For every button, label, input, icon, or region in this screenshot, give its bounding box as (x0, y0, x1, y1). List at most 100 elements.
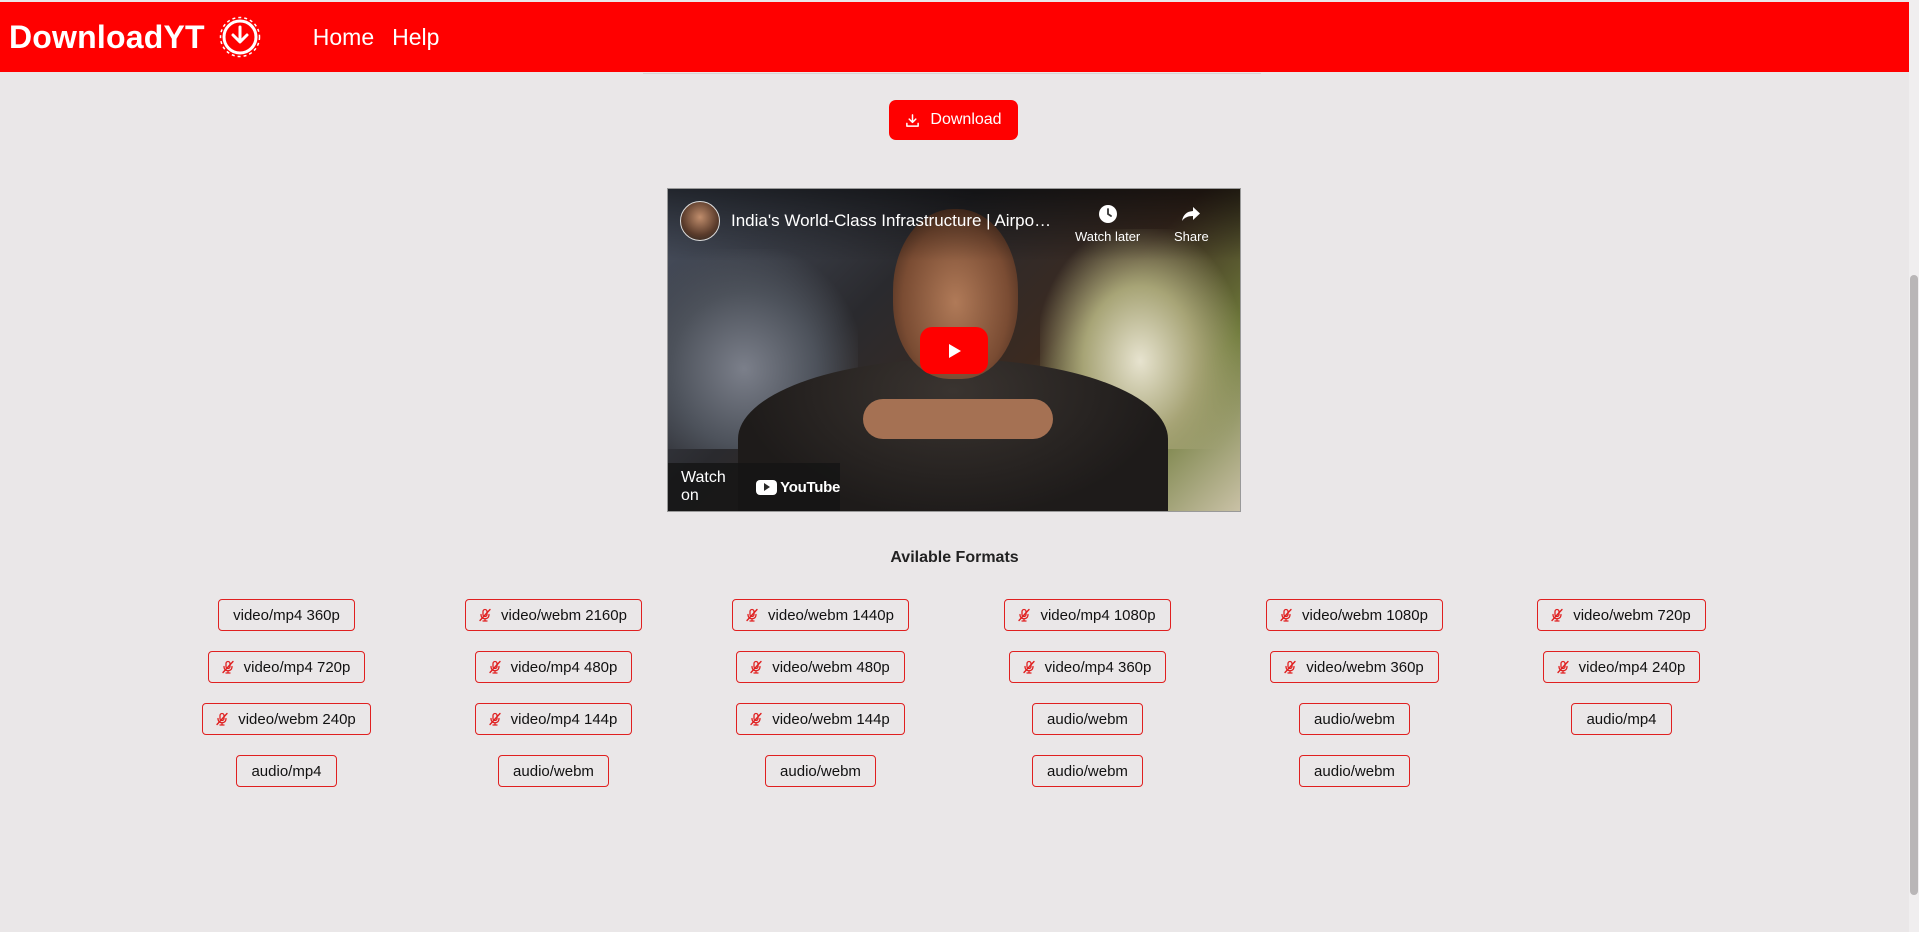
format-label: audio/webm (1047, 762, 1128, 780)
format-button[interactable]: video/mp4 480p (474, 651, 633, 683)
format-cell: video/mp4 480p (420, 651, 687, 683)
format-button[interactable]: audio/webm (1032, 703, 1143, 735)
format-cell: video/webm 240p (153, 703, 420, 735)
format-button[interactable]: video/webm 360p (1270, 651, 1439, 683)
format-button[interactable]: video/mp4 720p (207, 651, 366, 683)
format-cell: video/webm 1440p (687, 599, 954, 631)
format-label: video/webm 1440p (768, 606, 894, 624)
format-cell: video/mp4 240p (1488, 651, 1755, 683)
format-label: video/webm 240p (238, 710, 356, 728)
format-label: video/webm 144p (772, 710, 890, 728)
format-cell: audio/webm (687, 755, 954, 787)
format-button[interactable]: video/mp4 360p (1008, 651, 1167, 683)
nav-links: Home Help (313, 24, 440, 51)
format-label: video/webm 360p (1306, 658, 1424, 676)
youtube-play-icon (756, 479, 778, 495)
format-label: video/mp4 240p (1578, 658, 1686, 676)
format-label: video/webm 480p (772, 658, 890, 676)
format-cell: video/webm 720p (1488, 599, 1755, 631)
format-button[interactable]: video/mp4 360p (218, 599, 355, 631)
format-label: audio/mp4 (1586, 710, 1657, 728)
format-button[interactable]: video/webm 1440p (732, 599, 909, 631)
mic-off-icon (221, 660, 234, 674)
format-cell: video/mp4 1080p (954, 599, 1221, 631)
format-cell: video/mp4 360p (954, 651, 1221, 683)
mic-off-icon (750, 712, 762, 726)
format-cell: audio/webm (1221, 755, 1488, 787)
play-icon (949, 343, 961, 358)
share-label: Share (1174, 229, 1209, 244)
download-circle-icon (219, 16, 261, 58)
mic-off-icon (746, 608, 758, 622)
mic-off-icon (1556, 660, 1569, 674)
mic-off-icon (1284, 660, 1296, 674)
format-button[interactable]: video/mp4 1080p (1004, 599, 1171, 631)
download-tray-icon (906, 113, 920, 127)
format-cell: audio/webm (1221, 703, 1488, 735)
format-label: video/mp4 480p (510, 658, 618, 676)
format-button[interactable]: audio/webm (765, 755, 876, 787)
top-navbar: DownloadYT Home Help (0, 2, 1909, 72)
format-button[interactable]: video/webm 480p (736, 651, 905, 683)
format-button[interactable]: video/webm 720p (1537, 599, 1706, 631)
format-cell: video/webm 480p (687, 651, 954, 683)
format-button[interactable]: audio/webm (1299, 703, 1410, 735)
format-label: video/mp4 144p (510, 710, 618, 728)
format-cell: audio/mp4 (153, 755, 420, 787)
format-label: video/webm 720p (1573, 606, 1691, 624)
format-label: video/mp4 360p (233, 606, 340, 624)
format-cell: audio/webm (954, 755, 1221, 787)
format-cell: video/webm 1080p (1221, 599, 1488, 631)
thumbnail-hands (863, 399, 1053, 439)
format-button[interactable]: audio/webm (498, 755, 609, 787)
mic-off-icon (1022, 660, 1035, 674)
brand[interactable]: DownloadYT (9, 16, 261, 58)
video-title[interactable]: India's World-Class Infrastructure | Air… (731, 211, 1071, 231)
scrollbar-thumb[interactable] (1910, 275, 1918, 895)
play-button[interactable] (920, 327, 988, 374)
format-cell: video/webm 2160p (420, 599, 687, 631)
format-label: audio/webm (513, 762, 594, 780)
youtube-logo: YouTube (756, 479, 840, 496)
format-label: video/webm 2160p (501, 606, 627, 624)
format-button[interactable]: audio/webm (1032, 755, 1143, 787)
format-cell: video/mp4 144p (420, 703, 687, 735)
format-label: video/webm 1080p (1302, 606, 1428, 624)
download-button-label: Download (930, 111, 1002, 128)
mic-off-icon (750, 660, 762, 674)
format-button[interactable]: video/mp4 240p (1542, 651, 1701, 683)
format-button[interactable]: video/webm 144p (736, 703, 905, 735)
format-cell: video/mp4 720p (153, 651, 420, 683)
nav-link-home[interactable]: Home (313, 24, 374, 51)
watch-on-youtube[interactable]: Watch on YouTube (668, 463, 840, 511)
youtube-wordmark: YouTube (780, 478, 840, 496)
format-label: audio/webm (780, 762, 861, 780)
watch-later-label: Watch later (1075, 229, 1141, 244)
clock-icon (1098, 205, 1117, 223)
nav-link-help[interactable]: Help (392, 24, 439, 51)
format-button[interactable]: audio/mp4 (236, 755, 337, 787)
format-button[interactable]: audio/mp4 (1571, 703, 1672, 735)
format-button[interactable]: audio/webm (1299, 755, 1410, 787)
format-button[interactable]: video/webm 1080p (1266, 599, 1443, 631)
format-button[interactable]: video/mp4 144p (474, 703, 633, 735)
mic-off-icon (1551, 608, 1563, 622)
video-embed[interactable]: India's World-Class Infrastructure | Air… (667, 188, 1241, 512)
format-label: audio/mp4 (251, 762, 322, 780)
share-button[interactable]: Share (1174, 203, 1209, 244)
mic-off-icon (488, 712, 501, 726)
format-button[interactable]: video/webm 240p (202, 703, 371, 735)
channel-avatar[interactable] (680, 201, 720, 241)
format-button[interactable]: video/webm 2160p (465, 599, 642, 631)
download-button[interactable]: Download (889, 100, 1018, 140)
mic-off-icon (1018, 608, 1031, 622)
format-cell: video/webm 360p (1221, 651, 1488, 683)
scrollbar-track[interactable] (1909, 0, 1919, 932)
watch-later-button[interactable]: Watch later (1075, 203, 1140, 244)
formats-grid: video/mp4 360p video/webm 2160p video/webm… (153, 599, 1755, 787)
format-label: video/mp4 720p (243, 658, 351, 676)
format-label: video/mp4 1080p (1040, 606, 1156, 624)
mic-off-icon (488, 660, 501, 674)
format-cell: video/mp4 360p (153, 599, 420, 631)
format-label: audio/webm (1047, 710, 1128, 728)
